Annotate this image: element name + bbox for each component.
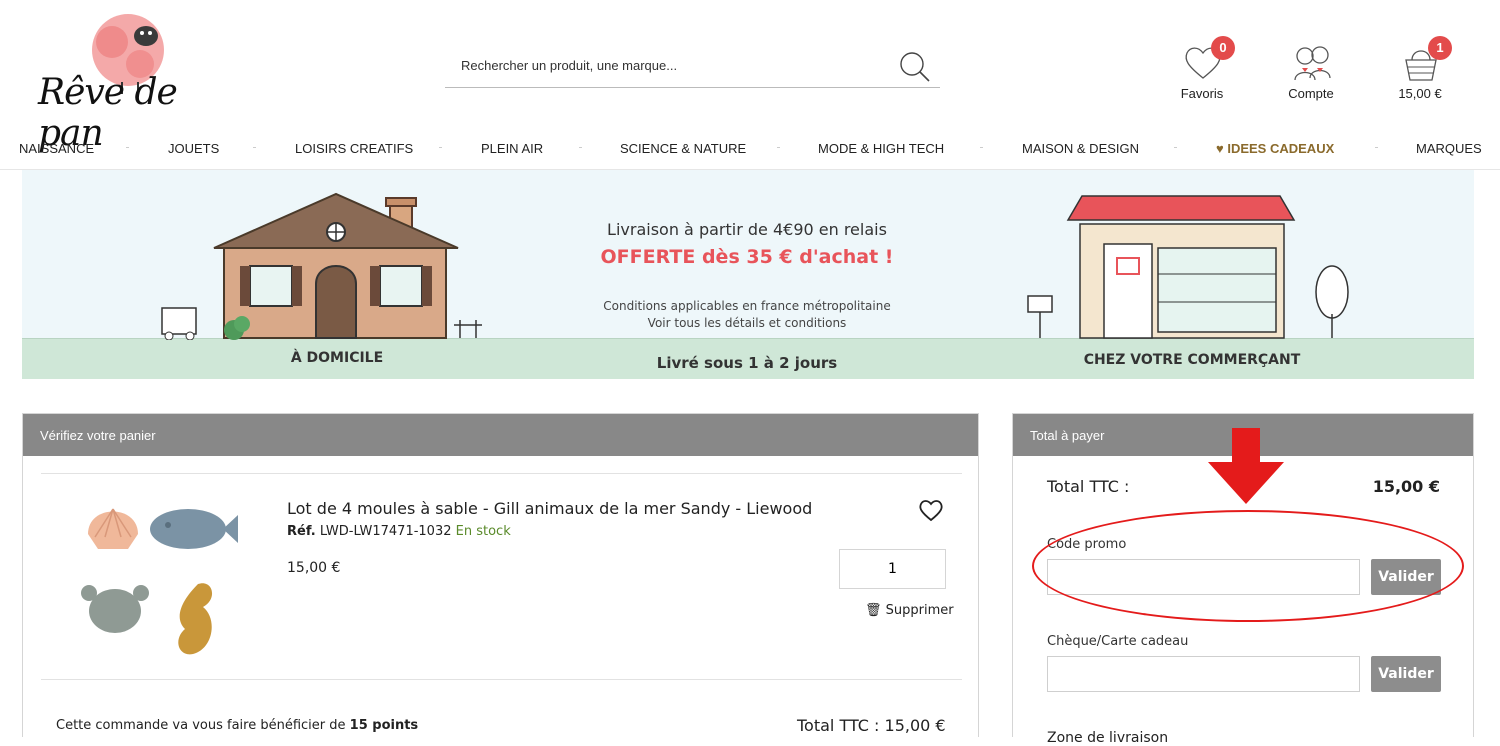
nav-item-marques[interactable]: MARQUES [1416,141,1482,156]
favorites-count-badge: 0 [1211,36,1235,60]
points-value: 15 points [349,718,419,733]
banner-offer: OFFERTE dès 35 € d'achat ! [600,246,894,268]
gift-card-input[interactable] [1047,656,1360,692]
product-ref-value: LWD-LW17471-1032 [319,524,452,539]
shop-illustration-icon [1027,195,1349,339]
banner-conditions: Conditions applicables en france métropo… [603,299,891,313]
delivery-zone-label: Zone de livraison [1047,730,1169,746]
nav-item-maison-design[interactable]: MAISON & DESIGN [1022,141,1139,156]
gift-heart-icon: ♥ [1216,141,1224,156]
search-input[interactable] [461,58,881,73]
nav-separator [253,147,256,148]
loyalty-points-text: Cette commande va vous faire bénéficier … [56,718,418,733]
cart-total: Total TTC : 15,00 € [797,716,946,735]
site-header: Rêve de pan 0 Favoris Compte [0,0,1500,154]
product-price: 15,00 € [287,560,341,576]
search-bar [445,46,940,88]
nav-item-loisirs-creatifs[interactable]: LOISIRS CREATIFS [295,141,413,156]
banner-delivery-time: Livré sous 1 à 2 jours [656,354,838,372]
nav-separator [777,147,780,148]
banner-details-link[interactable]: Voir tous les détails et conditions [552,316,942,330]
total-ttc-label: Total TTC : [1047,477,1130,496]
account-label: Compte [1288,86,1334,101]
nav-separator [579,147,582,148]
nav-separator [1375,147,1378,148]
nav-item-jouets[interactable]: JOUETS [168,141,219,156]
nav-item-naissance[interactable]: NAISSANCE [19,141,94,156]
cart-panel: Vérifiez votre panier Lot de 4 moules à … [22,413,979,737]
cart-total-label: 15,00 € [1398,86,1442,101]
nav-item-idees-cadeaux-label: IDEES CADEAUX [1227,141,1335,156]
total-ttc-value: 15,00 € [1372,477,1440,496]
favorites-button[interactable]: 0 Favoris [1157,36,1247,106]
search-icon[interactable] [898,50,932,84]
account-icon [1294,46,1331,81]
product-ref-label: Réf. [287,524,316,539]
nav-separator [980,147,983,148]
trash-icon: 🗑 [865,603,882,618]
cart-panel-heading: Vérifiez votre panier [23,414,978,456]
delete-label: Supprimer [885,603,954,618]
house-illustration-icon [161,192,482,340]
gift-card-label: Chèque/Carte cadeau [1047,634,1189,649]
nav-item-idees-cadeaux[interactable]: ♥ IDEES CADEAUX [1216,141,1334,156]
cart-button[interactable]: 1 15,00 € [1375,36,1465,106]
divider [41,679,962,680]
nav-separator [126,147,129,148]
main-navigation: NAISSANCE JOUETS LOISIRS CREATIFS PLEIN … [0,130,1500,170]
nav-item-plein-air[interactable]: PLEIN AIR [481,141,543,156]
quantity-input[interactable] [839,549,946,589]
nav-separator [1174,147,1177,148]
annotation-arrow-icon [1208,428,1284,504]
product-image[interactable] [73,489,243,659]
add-to-favorites-heart-icon[interactable] [918,499,944,523]
gift-card-validate-button[interactable]: Valider [1371,656,1441,692]
product-name[interactable]: Lot de 4 moules à sable - Gill animaux d… [287,499,812,518]
nav-separator [439,147,442,148]
site-logo[interactable]: Rêve de pan [30,12,230,154]
favorites-label: Favoris [1180,86,1224,101]
banner-headline: Livraison à partir de 4€90 en relais [607,220,887,239]
account-button[interactable]: Compte [1266,36,1356,106]
annotation-highlight-ellipse [1032,510,1464,622]
divider [41,473,962,474]
cart-count-badge: 1 [1428,36,1452,60]
delete-item-button[interactable]: 🗑 Supprimer [865,603,954,618]
stock-status: En stock [455,524,511,539]
banner-shop-label: CHEZ VOTRE COMMERÇANT [1083,352,1301,368]
nav-item-mode-high-tech[interactable]: MODE & HIGH TECH [818,141,944,156]
points-text: Cette commande va vous faire bénéficier … [56,718,346,733]
delivery-banner[interactable]: À DOMICILE Livraison à partir de 4€90 en… [22,170,1474,379]
nav-item-science-nature[interactable]: SCIENCE & NATURE [620,141,746,156]
product-reference: Réf. LWD-LW17471-1032 En stock [287,524,511,539]
